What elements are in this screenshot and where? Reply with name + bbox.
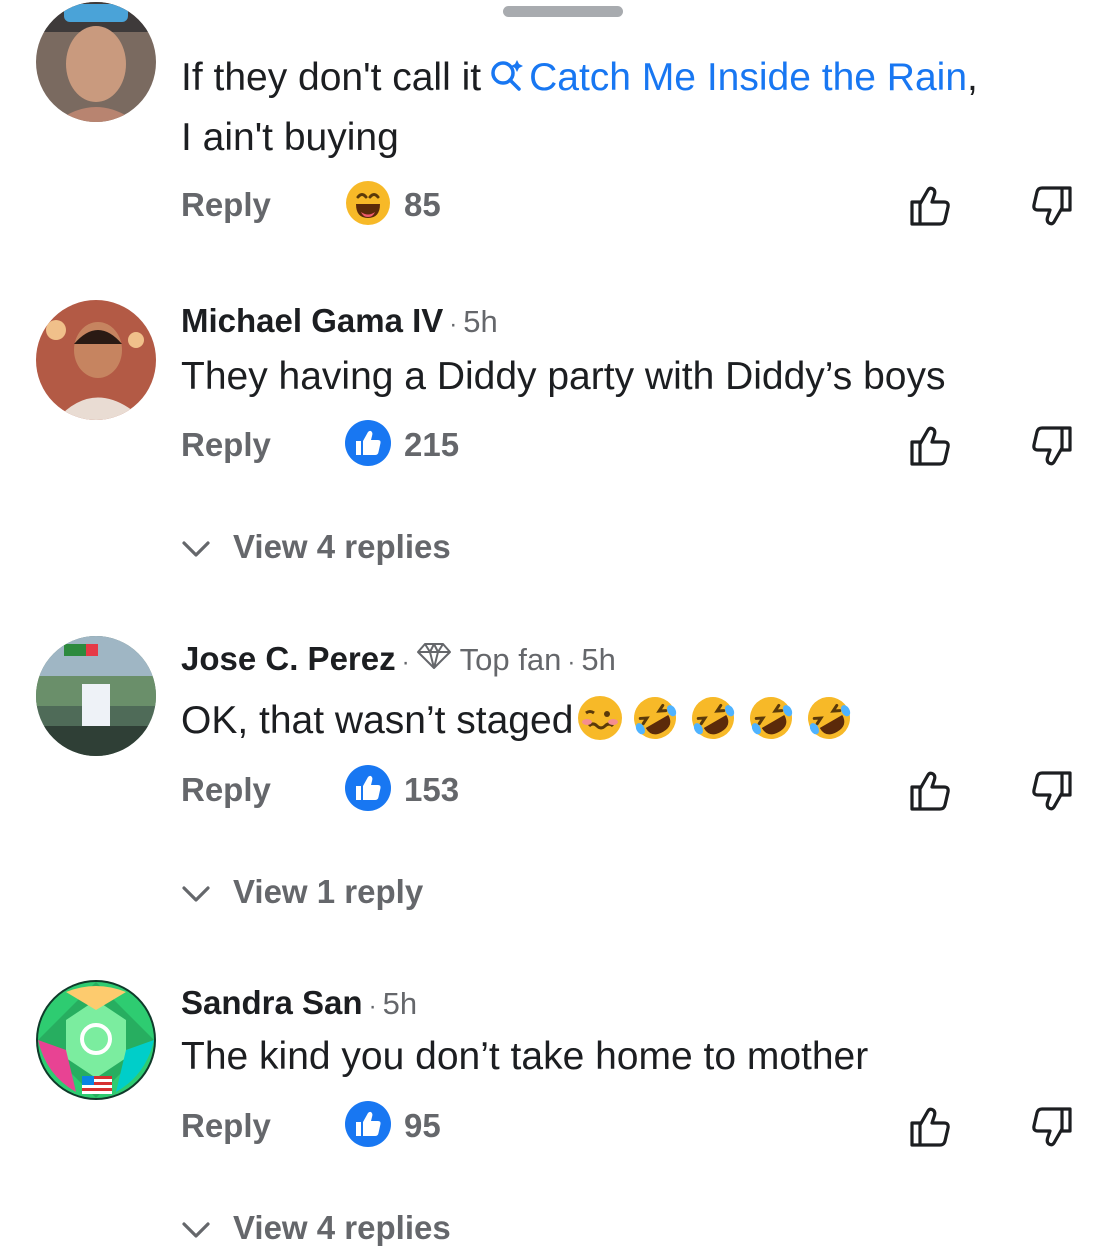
comment-actions: Reply 153 bbox=[181, 764, 1081, 817]
view-replies-button[interactable]: View 4 replies bbox=[181, 525, 451, 569]
rofl-emoji bbox=[801, 694, 857, 759]
rofl-emoji bbox=[685, 694, 741, 759]
reaction-count: 85 bbox=[404, 186, 441, 223]
avatar[interactable] bbox=[36, 2, 156, 122]
author-name[interactable]: Jose C. Perez bbox=[181, 640, 396, 677]
view-replies-label: View 4 replies bbox=[233, 1209, 451, 1246]
timestamp[interactable]: 5h bbox=[383, 986, 417, 1021]
comment-text-part: , bbox=[967, 56, 978, 99]
thumbs-down-icon[interactable] bbox=[1028, 767, 1076, 815]
comment-text: OK, that wasn’t staged bbox=[181, 692, 857, 759]
like-reaction-icon bbox=[344, 764, 392, 817]
comment-text: The kind you don’t take home to mother bbox=[181, 1035, 869, 1078]
reply-button[interactable]: Reply bbox=[181, 765, 271, 815]
avatar[interactable] bbox=[36, 300, 156, 420]
comment-actions: Reply 215 bbox=[181, 419, 1081, 472]
comment-text-part: I ain't buying bbox=[181, 116, 399, 159]
comment-header: Jose C. Perez · Top fan · 5h bbox=[181, 640, 616, 678]
comments-sheet: If they don't call it Catch Me Inside the… bbox=[0, 0, 1093, 1254]
timestamp[interactable]: 5h bbox=[581, 642, 615, 677]
timestamp[interactable]: 5h bbox=[463, 304, 497, 339]
woozy-face-emoji bbox=[575, 694, 625, 759]
separator-dot: · bbox=[567, 649, 576, 676]
chevron-down-icon bbox=[181, 1209, 211, 1247]
thumbs-up-icon[interactable] bbox=[906, 422, 954, 470]
view-replies-button[interactable]: View 4 replies bbox=[181, 1206, 451, 1250]
reaction-count: 215 bbox=[404, 426, 460, 463]
chevron-down-icon bbox=[181, 528, 211, 566]
haha-reaction-icon bbox=[344, 179, 392, 232]
reaction-summary[interactable]: 215 bbox=[344, 419, 460, 472]
author-name[interactable]: Sandra San bbox=[181, 984, 363, 1021]
reaction-summary[interactable]: 95 bbox=[344, 1100, 441, 1153]
rofl-emoji bbox=[627, 694, 683, 759]
comment-header: Michael Gama IV · 5h bbox=[181, 302, 498, 340]
reaction-summary[interactable]: 153 bbox=[344, 764, 460, 817]
author-name[interactable]: Michael Gama IV bbox=[181, 302, 443, 339]
sheet-drag-handle[interactable] bbox=[503, 6, 623, 17]
badge-label: Top fan bbox=[459, 642, 562, 677]
visual-search-icon[interactable] bbox=[489, 51, 525, 109]
thumbs-up-icon[interactable] bbox=[906, 1103, 954, 1151]
comment-text: If they don't call it Catch Me Inside the… bbox=[181, 49, 978, 167]
comment-text-part: If they don't call it bbox=[181, 56, 482, 99]
reaction-count: 153 bbox=[404, 771, 460, 808]
reply-button[interactable]: Reply bbox=[181, 180, 271, 230]
comment-text-part: OK, that wasn’t staged bbox=[181, 699, 574, 742]
reaction-count: 95 bbox=[404, 1107, 441, 1144]
separator-dot: · bbox=[368, 993, 377, 1020]
top-fan-badge[interactable]: Top fan bbox=[416, 642, 562, 678]
like-reaction-icon bbox=[344, 1100, 392, 1153]
reply-button[interactable]: Reply bbox=[181, 1101, 271, 1151]
rofl-emoji bbox=[743, 694, 799, 759]
like-reaction-icon bbox=[344, 419, 392, 472]
view-replies-label: View 4 replies bbox=[233, 528, 451, 565]
avatar[interactable] bbox=[36, 980, 156, 1100]
comment-actions: Reply 85 bbox=[181, 180, 1081, 230]
separator-dot: · bbox=[401, 649, 410, 676]
thumbs-down-icon[interactable] bbox=[1028, 1103, 1076, 1151]
chevron-down-icon bbox=[181, 873, 211, 911]
reaction-summary[interactable]: 85 bbox=[344, 180, 441, 230]
diamond-icon bbox=[416, 642, 452, 678]
thumbs-up-icon[interactable] bbox=[906, 182, 954, 230]
comment-header: Sandra San · 5h bbox=[181, 984, 417, 1022]
separator-dot: · bbox=[449, 311, 458, 338]
view-replies-label: View 1 reply bbox=[233, 873, 424, 910]
view-replies-button[interactable]: View 1 reply bbox=[181, 870, 423, 914]
search-suggestion-link[interactable]: Catch Me Inside the Rain bbox=[529, 56, 967, 99]
thumbs-down-icon[interactable] bbox=[1028, 422, 1076, 470]
thumbs-up-icon[interactable] bbox=[906, 767, 954, 815]
thumbs-down-icon[interactable] bbox=[1028, 182, 1076, 230]
reply-button[interactable]: Reply bbox=[181, 420, 271, 470]
comment-actions: Reply 95 bbox=[181, 1100, 1081, 1153]
sheet-corner bbox=[0, 0, 13, 93]
avatar[interactable] bbox=[36, 636, 156, 756]
comment-text: They having a Diddy party with Diddy’s b… bbox=[181, 355, 946, 398]
